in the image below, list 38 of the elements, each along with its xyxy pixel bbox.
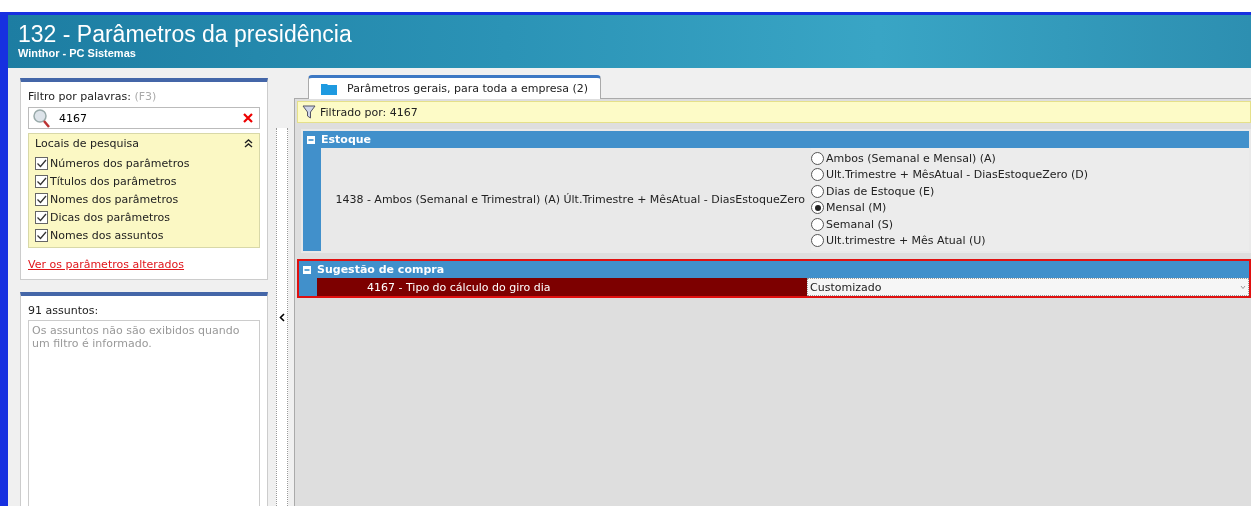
checkbox-label: Dicas dos parâmetros [50,210,170,224]
empty-message: Os assuntos não são exibidos quando um filtro é informado. [32,324,240,350]
group-title: Estoque [321,133,372,146]
radio-option[interactable]: Semanal (S) [811,216,1249,233]
group-title: Sugestão de compra [317,263,445,276]
checkbox-label: Números dos parâmetros [50,156,190,170]
folder-icon [321,82,337,95]
clear-icon[interactable] [243,113,253,123]
filter-text: Filtrado por: 4167 [320,105,418,119]
checkbox[interactable] [35,174,48,188]
search-field[interactable]: 4167 [28,107,260,129]
changed-parameters-link[interactable]: Ver os parâmetros alterados [28,258,185,271]
checkbox-label: Nomes dos parâmetros [50,192,179,206]
radio-option[interactable]: Dias de Estoque (E) [811,183,1249,200]
filter-label: Filtro por palavras: [28,90,131,103]
parameter-name: 4167 - Tipo do cálculo do giro dia [317,278,807,296]
window-subtitle: Winthor - PC Sistemas [18,47,137,59]
radio-option[interactable]: Ult.Trimestre + MêsAtual - DiasEstoqueZero (D) [811,166,1249,183]
chevron-left-icon [279,312,285,322]
checkbox[interactable] [35,156,48,170]
splitter-handle[interactable] [276,128,288,506]
parameter-name: 1438 - Ambos (Semanal e Trimestral) (A) Últ.Trimestre + MêsAtual - DiasEstoqueZero [334,192,806,208]
radio-option[interactable]: Mensal (M) [811,199,1249,216]
shortcut-hint: (F3) [134,90,157,103]
value-dropdown[interactable]: Customizado [807,278,1249,296]
section-title: Locais de pesquisa [35,137,139,150]
radio-option[interactable]: Ambos (Semanal e Mensal) (A) [811,150,1249,167]
checkbox[interactable] [35,228,48,242]
checkbox-label: Títulos dos parâmetros [50,174,177,188]
tab[interactable]: Parâmetros gerais, para toda a empresa (2) [308,75,602,99]
window-title: 132 - Parâmetros da presidência [18,21,353,47]
collapse-icon[interactable] [244,139,253,148]
checkbox[interactable] [35,192,48,206]
checkbox-label: Nomes dos assuntos [50,228,164,242]
subjects-count: 91 assuntos: [28,304,100,317]
funnel-icon [302,105,316,119]
radio-option[interactable]: Ult.trimestre + Mês Atual (U) [811,232,1249,249]
checkbox[interactable] [35,210,48,224]
